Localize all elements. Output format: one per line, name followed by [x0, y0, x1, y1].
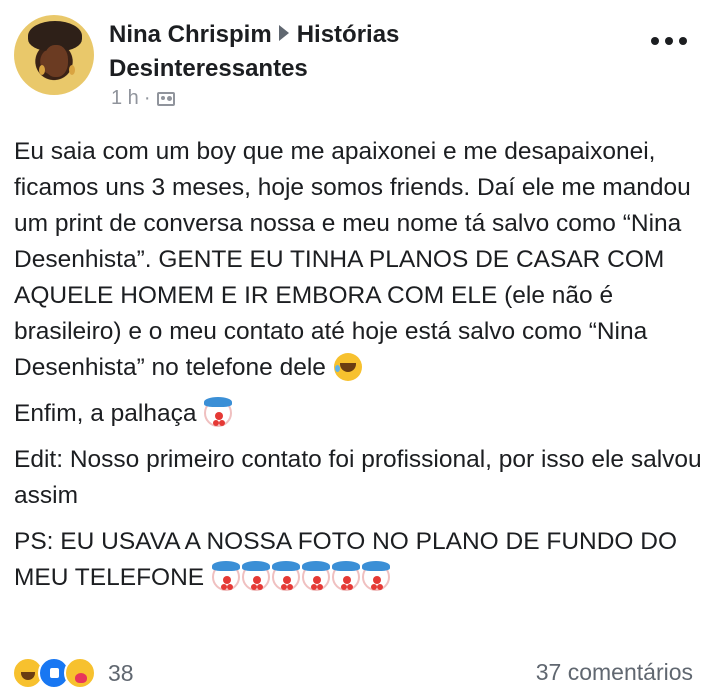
clown-emoji-icon	[361, 561, 390, 591]
rolling-on-floor-laughing-emoji-icon	[333, 353, 362, 381]
dot-icon	[679, 37, 687, 45]
avatar-face	[44, 45, 68, 77]
group-members-icon	[157, 91, 176, 106]
avatar-earring	[69, 65, 75, 75]
clown-emoji-icon	[211, 561, 240, 591]
clown-emoji-icon	[331, 561, 360, 591]
reaction-summary[interactable]: 38	[12, 657, 134, 689]
post-body: Eu saia com um boy que me apaixonei e me…	[14, 134, 704, 606]
dot-icon	[665, 37, 673, 45]
post-header: Nina Chrispim Histórias Desinteressantes	[109, 18, 579, 86]
clown-emoji-icon	[204, 397, 233, 427]
post-paragraph: PS: EU USAVA A NOSSA FOTO NO PLANO DE FU…	[14, 524, 704, 596]
author-avatar[interactable]	[14, 15, 94, 95]
post-text: Eu saia com um boy que me apaixonei e me…	[14, 138, 691, 381]
post-text: Enfim, a palhaça	[14, 400, 197, 427]
post-paragraph: Edit: Nosso primeiro contato foi profiss…	[14, 442, 704, 514]
dot-icon	[651, 37, 659, 45]
clown-emoji-icon	[301, 561, 330, 591]
avatar-earring	[39, 65, 45, 75]
clown-emoji-icon	[271, 561, 300, 591]
more-options-button[interactable]	[651, 35, 687, 47]
post-text: Edit: Nosso primeiro contato foi profiss…	[14, 446, 702, 509]
clown-emoji-icon	[241, 561, 270, 591]
comments-count-link[interactable]: 37 comentários	[536, 659, 693, 686]
author-name[interactable]: Nina Chrispim	[109, 21, 272, 48]
post-timestamp[interactable]: 1 h	[111, 87, 139, 110]
post-paragraph: Enfim, a palhaça	[14, 396, 704, 432]
triangle-right-icon	[278, 25, 289, 41]
post-paragraph: Eu saia com um boy que me apaixonei e me…	[14, 134, 704, 386]
care-reaction-icon	[64, 657, 96, 689]
post-meta: 1 h ·	[111, 87, 176, 110]
meta-separator: ·	[143, 87, 151, 109]
reaction-count: 38	[108, 659, 134, 686]
